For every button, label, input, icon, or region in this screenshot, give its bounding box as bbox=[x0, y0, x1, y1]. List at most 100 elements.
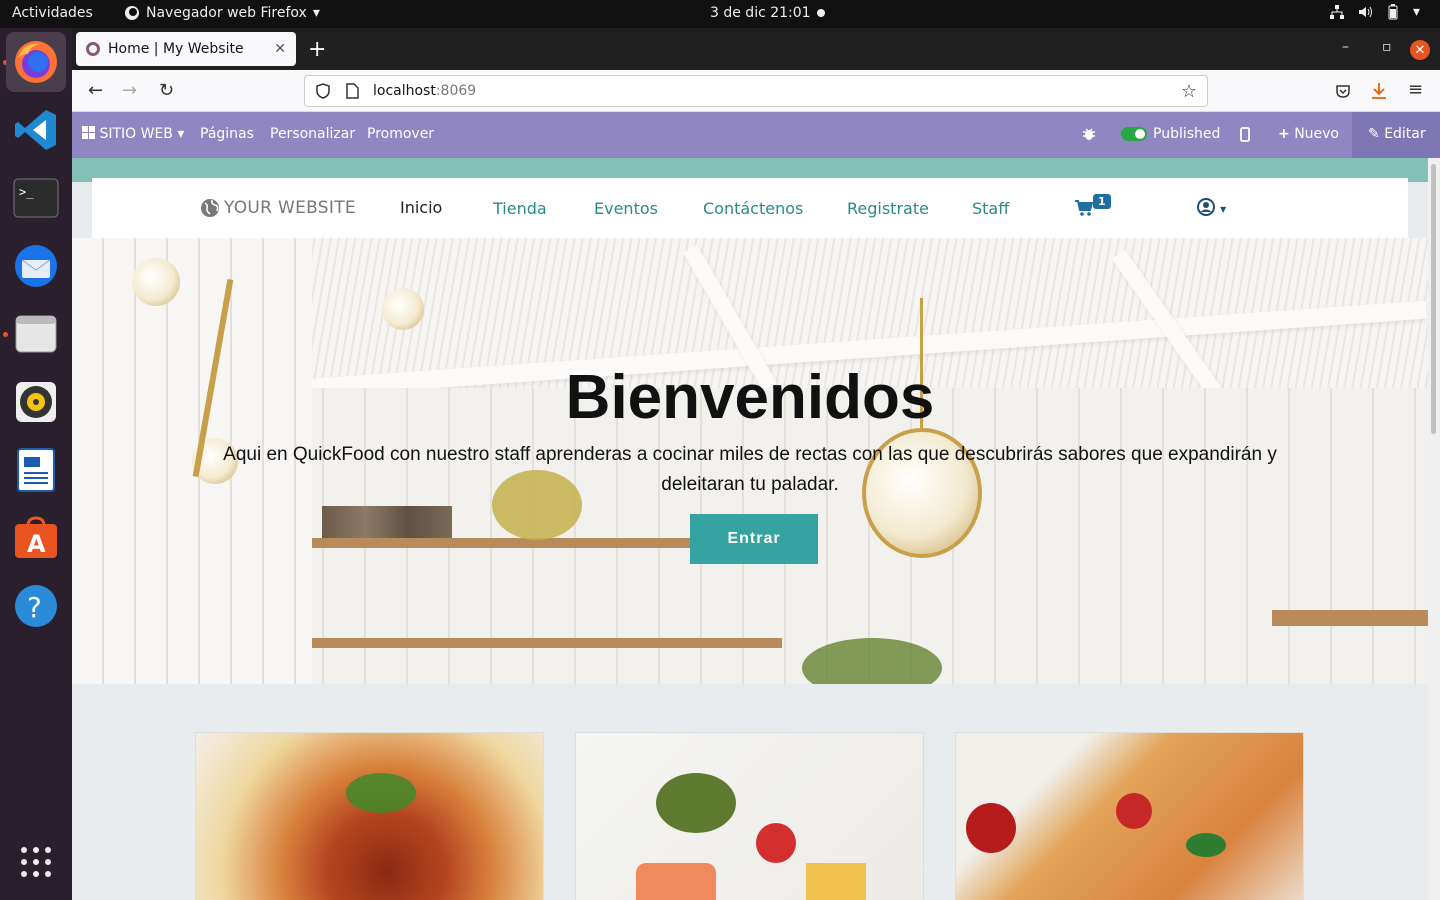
caret-down-icon: ▾ bbox=[177, 126, 185, 142]
dock-rhythmbox[interactable] bbox=[6, 372, 66, 432]
new-button[interactable]: + Nuevo bbox=[1278, 126, 1339, 142]
toggle-switch bbox=[1121, 127, 1147, 141]
enter-button[interactable]: Entrar bbox=[690, 514, 818, 564]
chevron-down-icon: ▾ bbox=[1412, 4, 1420, 20]
nav-events[interactable]: Eventos bbox=[594, 199, 658, 218]
svg-text:>_: >_ bbox=[19, 185, 34, 199]
thunderbird-icon bbox=[15, 245, 57, 287]
edit-label: Editar bbox=[1384, 126, 1426, 142]
course-card[interactable] bbox=[195, 732, 544, 900]
writer-icon bbox=[17, 448, 55, 492]
caret-down-icon: ▾ bbox=[1220, 202, 1227, 216]
nav-register[interactable]: Registrate bbox=[847, 199, 929, 218]
page-icon bbox=[346, 83, 359, 99]
apps-grid-icon bbox=[82, 126, 95, 139]
terminal-icon: >_ bbox=[13, 178, 59, 218]
user-menu[interactable]: ▾ bbox=[1197, 198, 1226, 220]
dock-firefox[interactable] bbox=[6, 32, 66, 92]
pocket-icon[interactable] bbox=[1335, 83, 1351, 99]
maximize-button[interactable]: ▫ bbox=[1382, 39, 1392, 55]
firefox-window: Home | My Website ✕ + – ▫ ✕ ← → ↻ localh… bbox=[72, 28, 1440, 900]
hamburger-menu-icon[interactable]: ≡ bbox=[1408, 79, 1423, 100]
nav-staff[interactable]: Staff bbox=[972, 199, 1009, 218]
hero-description: Aqui en QuickFood con nuestro staff apre… bbox=[223, 444, 1277, 495]
menu-customize[interactable]: Personalizar bbox=[270, 126, 355, 142]
hero-section: Bienvenidos Aqui en QuickFood con nuestr… bbox=[72, 238, 1428, 684]
course-card[interactable] bbox=[955, 732, 1304, 900]
tomatoes bbox=[756, 823, 796, 863]
svg-text:?: ? bbox=[27, 591, 42, 624]
healthy-food-image bbox=[576, 733, 923, 900]
site-navbar: YOUR WEBSITE Inicio Tienda Eventos Contá… bbox=[92, 178, 1408, 238]
logo-text: YOUR WEBSITE bbox=[224, 198, 356, 218]
battery-icon bbox=[1388, 4, 1398, 20]
minimize-button[interactable]: – bbox=[1342, 39, 1349, 55]
chevron-down-icon: ▾ bbox=[312, 5, 320, 21]
user-circle-icon bbox=[1197, 198, 1215, 216]
globe-icon bbox=[201, 199, 219, 217]
close-tab-icon[interactable]: ✕ bbox=[274, 41, 286, 57]
kitchen-shelf bbox=[1272, 610, 1428, 626]
nav-shop[interactable]: Tienda bbox=[493, 199, 547, 218]
svg-text:A: A bbox=[27, 530, 46, 558]
url-port: :8069 bbox=[435, 83, 477, 99]
notification-dot bbox=[817, 9, 825, 17]
app-grid-icon bbox=[21, 847, 51, 877]
back-button[interactable]: ← bbox=[88, 80, 103, 101]
publish-toggle[interactable]: Published bbox=[1121, 126, 1220, 142]
kitchen-shelf bbox=[312, 638, 782, 648]
help-icon: ? bbox=[15, 585, 57, 627]
navigation-toolbar: ← → ↻ localhost:8069 ☆ ≡ bbox=[72, 70, 1440, 112]
activities-button[interactable]: Actividades bbox=[12, 5, 93, 21]
new-tab-button[interactable]: + bbox=[308, 37, 326, 62]
new-label: Nuevo bbox=[1294, 126, 1339, 142]
website-app-label: SITIO WEB bbox=[99, 126, 173, 142]
dock-terminal[interactable]: >_ bbox=[6, 168, 66, 228]
bookmark-star-icon[interactable]: ☆ bbox=[1181, 81, 1197, 102]
bug-icon[interactable] bbox=[1082, 127, 1096, 141]
tab-bar: Home | My Website ✕ + – ▫ ✕ bbox=[72, 28, 1440, 70]
edit-button[interactable]: ✎ Editar bbox=[1352, 112, 1440, 158]
shopping-cart-icon[interactable] bbox=[1075, 200, 1093, 216]
odoo-favicon-icon bbox=[86, 42, 100, 56]
dock-software[interactable]: A bbox=[6, 508, 66, 568]
salmon bbox=[636, 863, 716, 900]
rhythmbox-icon bbox=[16, 382, 56, 422]
dock-thunderbird[interactable] bbox=[6, 236, 66, 296]
nav-contact[interactable]: Contáctenos bbox=[703, 199, 803, 218]
dock-help[interactable]: ? bbox=[6, 576, 66, 636]
show-applications-button[interactable] bbox=[6, 832, 66, 892]
firefox-icon bbox=[15, 41, 57, 83]
downloads-icon[interactable] bbox=[1371, 82, 1387, 100]
scrollbar-thumb[interactable] bbox=[1431, 164, 1436, 434]
nav-home[interactable]: Inicio bbox=[400, 198, 442, 217]
site-logo[interactable]: YOUR WEBSITE bbox=[200, 198, 356, 218]
dock-writer[interactable] bbox=[6, 440, 66, 500]
network-icon bbox=[1329, 5, 1344, 19]
system-top-bar: Actividades Navegador web Firefox ▾ 3 de… bbox=[0, 0, 1440, 28]
files-icon bbox=[15, 315, 57, 353]
clock[interactable]: 3 de dic 21:01 bbox=[710, 5, 811, 21]
sauce-bowl bbox=[966, 803, 1016, 853]
course-card[interactable] bbox=[575, 732, 924, 900]
dock-vscode[interactable] bbox=[6, 100, 66, 160]
herb-garnish bbox=[346, 773, 416, 813]
website-page: Bienvenidos Aqui en QuickFood con nuestr… bbox=[72, 158, 1428, 900]
system-tray[interactable]: ▾ bbox=[1329, 4, 1420, 20]
dock-files[interactable] bbox=[6, 304, 66, 364]
website-app-menu[interactable]: SITIO WEB ▾ bbox=[82, 126, 184, 142]
menu-pages[interactable]: Páginas bbox=[200, 126, 254, 142]
forward-button[interactable]: → bbox=[122, 80, 137, 101]
close-window-button[interactable]: ✕ bbox=[1410, 40, 1430, 60]
shield-icon bbox=[316, 83, 330, 99]
reload-button[interactable]: ↻ bbox=[159, 80, 174, 101]
cart-count-badge: 1 bbox=[1093, 194, 1111, 209]
jars bbox=[322, 506, 452, 538]
tab-home[interactable]: Home | My Website ✕ bbox=[76, 32, 296, 66]
page-scrollbar[interactable] bbox=[1428, 158, 1440, 900]
mobile-preview-icon[interactable] bbox=[1240, 127, 1250, 142]
app-menu[interactable]: Navegador web Firefox ▾ bbox=[124, 5, 320, 21]
menu-promote[interactable]: Promover bbox=[367, 126, 434, 142]
basil bbox=[1186, 833, 1226, 857]
url-bar[interactable]: localhost:8069 ☆ bbox=[304, 75, 1208, 107]
